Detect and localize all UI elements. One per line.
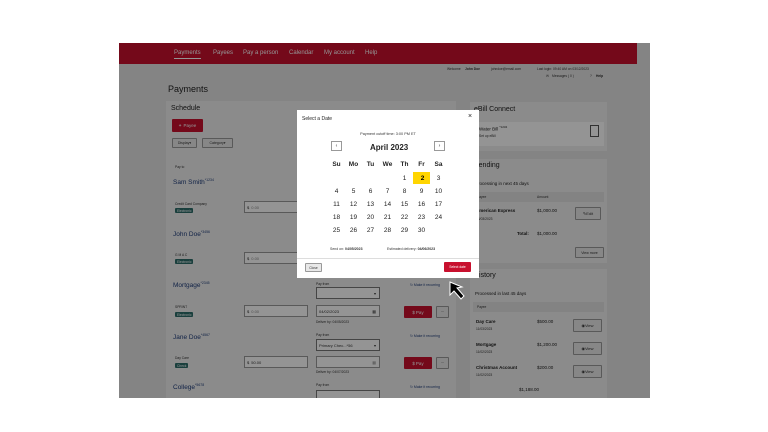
weekday-header: Su xyxy=(332,161,341,168)
calendar-day[interactable]: 4 xyxy=(328,185,345,197)
calendar-day[interactable]: 5 xyxy=(345,185,362,197)
send-on: Send on: 04/05/2023 xyxy=(330,247,363,251)
mouse-cursor-icon xyxy=(449,281,465,300)
calendar-day[interactable]: 22 xyxy=(396,211,413,223)
cutoff-time: Payment cutoff time: 3:00 PM ET xyxy=(360,132,416,136)
calendar-day[interactable]: 25 xyxy=(328,224,345,236)
calendar-day[interactable]: 30 xyxy=(413,224,430,236)
calendar-day[interactable]: 1 xyxy=(396,172,413,184)
calendar-day-selected[interactable]: 2 xyxy=(413,172,430,184)
calendar-day[interactable]: 21 xyxy=(379,211,396,223)
calendar: ‹ April 2023 › Su Mo Tu We Th Fr Sa 1234… xyxy=(328,139,448,239)
calendar-day[interactable]: 27 xyxy=(362,224,379,236)
calendar-month: April 2023 xyxy=(370,143,409,152)
weekday-header: Mo xyxy=(348,161,359,168)
estimated-delivery: Estimated delivery: 04/06/2023 xyxy=(387,247,436,251)
calendar-day[interactable]: 29 xyxy=(396,224,413,236)
calendar-day[interactable]: 20 xyxy=(362,211,379,223)
calendar-day[interactable]: 23 xyxy=(413,211,430,223)
calendar-day[interactable]: 10 xyxy=(430,185,447,197)
calendar-day[interactable]: 3 xyxy=(430,172,447,184)
calendar-day[interactable]: 17 xyxy=(430,198,447,210)
calendar-day[interactable]: 18 xyxy=(328,211,345,223)
calendar-day[interactable]: 26 xyxy=(345,224,362,236)
weekday-header: Th xyxy=(400,161,409,168)
calendar-day[interactable]: 15 xyxy=(396,198,413,210)
calendar-day[interactable]: 14 xyxy=(379,198,396,210)
weekday-header: Sa xyxy=(434,161,443,168)
calendar-day[interactable]: 24 xyxy=(430,211,447,223)
calendar-day[interactable]: 12 xyxy=(345,198,362,210)
calendar-day[interactable]: 8 xyxy=(396,185,413,197)
calendar-day[interactable]: 16 xyxy=(413,198,430,210)
weekday-header: Fr xyxy=(418,161,425,168)
calendar-day[interactable]: 28 xyxy=(379,224,396,236)
weekday-header: We xyxy=(382,161,393,168)
chevron-right-icon[interactable]: › xyxy=(434,141,445,151)
date-picker-modal: Select a Date × Payment cutoff time: 3:0… xyxy=(297,110,479,278)
close-icon[interactable]: × xyxy=(468,113,472,120)
chevron-left-icon[interactable]: ‹ xyxy=(331,141,342,151)
divider xyxy=(297,258,479,259)
calendar-day[interactable]: 13 xyxy=(362,198,379,210)
select-date-button[interactable]: Select date xyxy=(444,262,471,272)
weekday-header: Tu xyxy=(366,161,375,168)
calendar-day[interactable]: 9 xyxy=(413,185,430,197)
calendar-day[interactable]: 11 xyxy=(328,198,345,210)
calendar-day[interactable]: 6 xyxy=(362,185,379,197)
close-button[interactable]: Close xyxy=(305,263,322,272)
modal-title: Select a Date xyxy=(302,116,333,122)
calendar-day[interactable]: 7 xyxy=(379,185,396,197)
app-window: Payments Payees Pay a person Calendar My… xyxy=(119,43,650,398)
calendar-day[interactable]: 19 xyxy=(345,211,362,223)
